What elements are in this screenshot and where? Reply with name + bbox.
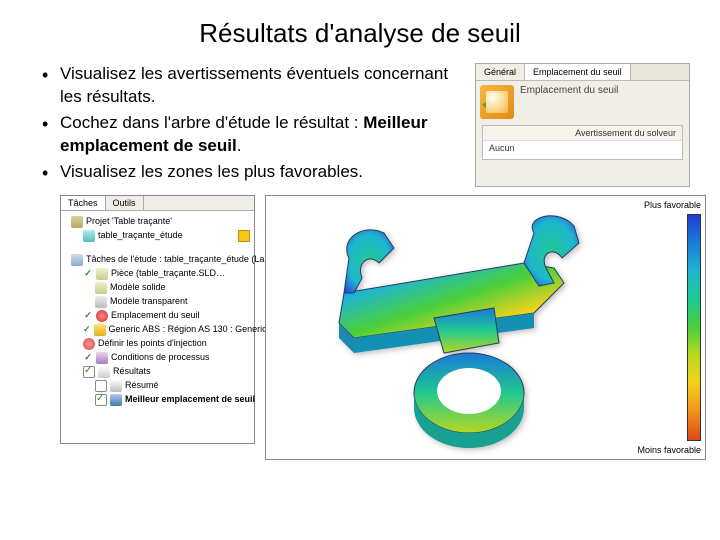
check-icon: ✓ — [83, 268, 93, 280]
check-icon: ✓ — [83, 352, 93, 364]
tree-tab-tools[interactable]: Outils — [106, 196, 144, 210]
study-icon — [83, 230, 95, 242]
bullet-2: Cochez dans l'arbre d'étude le résultat … — [40, 112, 465, 158]
best-gate-icon — [110, 394, 122, 406]
tree-process-label: Conditions de processus — [111, 352, 210, 364]
tree-transparent-label: Modèle transparent — [110, 296, 188, 308]
tree-project-label: Projet 'Table traçante' — [86, 216, 172, 228]
gate-location-icon — [480, 85, 514, 119]
checkbox-icon[interactable] — [83, 366, 95, 378]
tree-tasks-label: Tâches de l'étude : table_traçante_étude… — [86, 254, 273, 266]
tree-piece-label: Pièce (table_traçante.SLD… — [111, 268, 225, 280]
gate-location-tree-icon — [96, 310, 108, 322]
tree-best-label: Meilleur emplacement de seuil — [125, 394, 255, 406]
tree-best-gate[interactable]: Meilleur emplacement de seuil — [63, 393, 252, 407]
tree-results[interactable]: Résultats — [63, 365, 252, 379]
solver-warning-body: Aucun — [483, 141, 682, 159]
tree-resume-label: Résumé — [125, 380, 159, 392]
panel-label: Emplacement du seuil — [520, 85, 685, 96]
tab-general[interactable]: Général — [476, 64, 525, 80]
tree-tasks-header[interactable]: Tâches de l'étude : table_traçante_étude… — [63, 253, 252, 267]
checkbox-icon[interactable] — [95, 394, 107, 406]
tree-injection-label: Définir les points d'injection — [98, 338, 207, 350]
checkbox-icon[interactable] — [95, 380, 107, 392]
injection-icon — [83, 338, 95, 350]
properties-panel: Général Emplacement du seuil Emplacement… — [475, 63, 690, 187]
legend-top-label: Plus favorable — [644, 200, 701, 210]
tree-study[interactable]: table_traçante_étude — [63, 229, 252, 243]
solver-warning-box: Avertissement du solveur Aucun — [482, 125, 683, 160]
results-icon — [98, 366, 110, 378]
solid-model-icon — [95, 282, 107, 294]
tab-gate-location[interactable]: Emplacement du seuil — [525, 64, 631, 80]
check-icon: ✓ — [83, 310, 93, 322]
result-viewport: Plus favorable Moins favorable — [265, 195, 706, 460]
tasks-icon — [71, 254, 83, 266]
tree-solid-label: Modèle solide — [110, 282, 166, 294]
legend-bottom-label: Moins favorable — [637, 445, 701, 455]
part-icon — [96, 268, 108, 280]
tree-material[interactable]: ✓ Generic ABS : Région AS 130 : Generic … — [63, 323, 252, 337]
warning-flag-icon — [238, 230, 250, 242]
tree-study-label: table_traçante_étude — [98, 230, 183, 242]
bullet-2-post: . — [237, 136, 242, 155]
bullet-list: Visualisez les avertissements éventuels … — [40, 63, 475, 187]
check-icon: ✓ — [83, 324, 91, 336]
tree-project[interactable]: Projet 'Table traçante' — [63, 215, 252, 229]
bullet-2-pre: Cochez dans l'arbre d'étude le résultat … — [60, 113, 363, 132]
tree-gate-location[interactable]: ✓ Emplacement du seuil — [63, 309, 252, 323]
material-icon — [94, 324, 106, 336]
summary-icon — [110, 380, 122, 392]
tree-solid[interactable]: Modèle solide — [63, 281, 252, 295]
bullet-3: Visualisez les zones les plus favorables… — [40, 161, 465, 184]
part-render — [284, 208, 624, 448]
tree-piece[interactable]: ✓ Pièce (table_traçante.SLD… — [63, 267, 252, 281]
slide-title: Résultats d'analyse de seuil — [0, 0, 720, 63]
project-icon — [71, 216, 83, 228]
tree-transparent[interactable]: Modèle transparent — [63, 295, 252, 309]
color-legend: Plus favorable Moins favorable — [621, 200, 701, 455]
tree-injection-points[interactable]: Définir les points d'injection — [63, 337, 252, 351]
tree-gate-label: Emplacement du seuil — [111, 310, 200, 322]
tree-process[interactable]: ✓ Conditions de processus — [63, 351, 252, 365]
tree-tab-tasks[interactable]: Tâches — [61, 196, 106, 210]
process-icon — [96, 352, 108, 364]
solver-warning-head: Avertissement du solveur — [483, 126, 682, 141]
tree-resume[interactable]: Résumé — [63, 379, 252, 393]
tree-results-label: Résultats — [113, 366, 151, 378]
transparent-model-icon — [95, 296, 107, 308]
study-tree: Tâches Outils Projet 'Table traçante' ta… — [60, 195, 255, 444]
tree-material-label: Generic ABS : Région AS 130 : Generic Sh… — [109, 324, 290, 336]
legend-bar — [687, 214, 701, 441]
bullet-1: Visualisez les avertissements éventuels … — [40, 63, 465, 109]
